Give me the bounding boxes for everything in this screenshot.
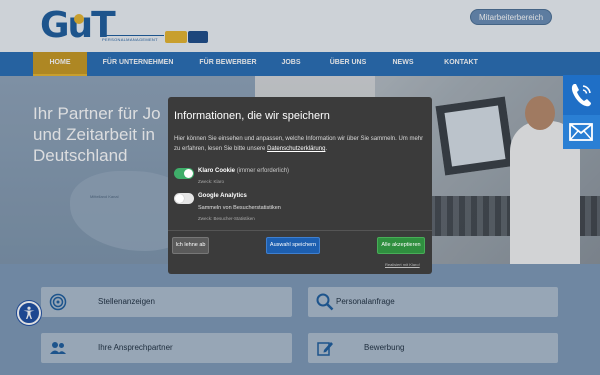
cookie-consent-modal: Informationen, die wir speichern Hier kö… [168, 97, 432, 274]
service-description-google-analytics: Sammeln von Besucherstatistiken [198, 205, 281, 211]
side-mail-button[interactable] [563, 115, 600, 149]
toggle-knob [175, 194, 184, 203]
service-note: (immer erforderlich) [236, 168, 290, 174]
privacy-policy-link[interactable]: Datenschutzerklärung [267, 146, 325, 152]
modal-description: Hier können Sie einsehen und anpassen, w… [174, 134, 426, 154]
service-purpose-klaro: Zweck: Klaro [198, 179, 225, 184]
accept-all-button[interactable]: Alle akzeptieren [377, 237, 425, 254]
save-selection-button[interactable]: Auswahl speichern [266, 237, 320, 254]
modal-description-end: . [325, 146, 328, 152]
service-name-text: Klaro Cookie [198, 168, 236, 174]
service-purpose-google-analytics: Zweck: Besucher-Statistiken [198, 216, 255, 221]
service-name-google-analytics: Google Analytics [198, 193, 247, 199]
service-name-klaro: Klaro Cookie (immer erforderlich) [198, 168, 289, 174]
phone-icon [571, 84, 591, 107]
modal-divider [168, 230, 432, 231]
google-analytics-toggle[interactable] [174, 193, 194, 204]
klaro-cookie-toggle[interactable] [174, 168, 194, 179]
mail-icon [569, 123, 593, 141]
modal-title: Informationen, die wir speichern [174, 110, 330, 122]
side-phone-button[interactable] [563, 75, 600, 115]
powered-by-link[interactable]: Realisiert mit Klaro! [385, 262, 420, 267]
toggle-knob [184, 169, 193, 178]
decline-button[interactable]: Ich lehne ab [172, 237, 209, 254]
